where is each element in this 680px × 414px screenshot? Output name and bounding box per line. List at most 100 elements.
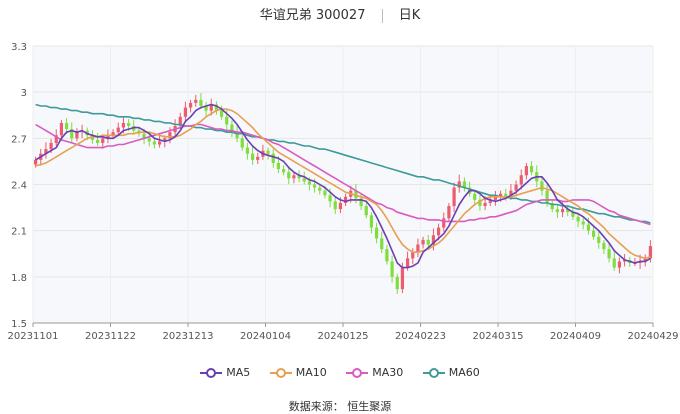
- candle-body: [323, 190, 327, 196]
- candle-body: [287, 172, 291, 179]
- candle-body: [240, 138, 244, 148]
- candle-body: [49, 142, 53, 150]
- candle-body: [75, 132, 79, 139]
- legend-marker-ma60: [422, 368, 445, 378]
- candle-body: [369, 215, 374, 228]
- legend-label-ma10: MA10: [295, 366, 327, 379]
- candle-body: [121, 122, 126, 128]
- candle-body: [219, 110, 224, 117]
- y-tick-label: 2.7: [11, 134, 27, 145]
- legend-item-ma60[interactable]: MA60: [422, 366, 480, 379]
- candle-body: [328, 195, 332, 202]
- candle-body: [302, 178, 306, 182]
- candle-body: [545, 190, 549, 203]
- candle-body: [307, 181, 312, 185]
- candle-body: [529, 166, 534, 173]
- candle-body: [405, 258, 410, 268]
- candle-body: [602, 242, 606, 250]
- candle-body: [514, 184, 518, 191]
- legend-marker-ma10: [269, 368, 292, 378]
- candle-body: [250, 153, 255, 160]
- y-tick-label: 1.5: [11, 319, 27, 330]
- candle-body: [33, 159, 38, 165]
- legend-item-ma10[interactable]: MA10: [269, 366, 327, 379]
- x-tick-label: 20231213: [163, 331, 214, 342]
- x-tick-label: 20231101: [8, 331, 59, 342]
- candle-body: [318, 187, 322, 191]
- candle-body: [188, 102, 193, 108]
- candle-body: [421, 239, 425, 245]
- candle-body: [607, 249, 611, 259]
- candle-body: [95, 139, 100, 143]
- candle-body: [524, 166, 529, 176]
- candle-body: [411, 252, 415, 259]
- candle-body: [426, 239, 430, 245]
- candle-body: [364, 206, 368, 216]
- candle-body: [225, 116, 229, 125]
- x-tick-label: 20240104: [240, 331, 291, 342]
- candle-body: [442, 218, 446, 228]
- candle-body: [385, 249, 389, 262]
- candle-body: [271, 153, 275, 163]
- candle-body: [519, 175, 523, 185]
- candle-body: [312, 184, 317, 188]
- candle-body: [101, 138, 105, 143]
- legend-label-ma5: MA5: [226, 366, 251, 379]
- candle-body: [617, 261, 622, 268]
- y-tick-label: 2.4: [11, 181, 27, 192]
- y-tick-label: 1.8: [11, 273, 27, 284]
- chart-legend: MA5 MA10 MA30 MA60: [0, 366, 680, 379]
- candle-body: [152, 141, 157, 145]
- candle-body: [473, 193, 477, 200]
- candle-body: [59, 122, 64, 136]
- candle-body: [292, 175, 296, 179]
- y-tick-label: 3: [21, 88, 27, 99]
- legend-item-ma30[interactable]: MA30: [346, 366, 403, 379]
- candle-body: [276, 162, 281, 170]
- x-tick-label: 20240223: [395, 331, 446, 342]
- legend-marker-ma5: [200, 368, 223, 378]
- candle-body: [452, 187, 456, 207]
- candle-body: [555, 209, 560, 213]
- candle-body: [390, 261, 394, 277]
- candle-body: [64, 122, 69, 130]
- x-tick-label: 20231122: [85, 331, 136, 342]
- candle-body: [374, 227, 379, 239]
- y-tick-label: 2.1: [11, 227, 27, 238]
- candle-body: [436, 227, 441, 236]
- candle-body: [576, 216, 580, 222]
- candle-body: [147, 138, 151, 142]
- legend-item-ma5[interactable]: MA5: [200, 366, 250, 379]
- candle-body: [333, 201, 337, 210]
- x-tick-label: 20240409: [550, 331, 601, 342]
- candle-body: [266, 150, 270, 154]
- x-tick-label: 20240125: [318, 331, 369, 342]
- candle-body: [483, 202, 487, 207]
- candle-body: [281, 169, 286, 173]
- candle-body: [199, 99, 203, 107]
- candle-body: [256, 156, 260, 160]
- candle-body: [126, 122, 131, 127]
- x-tick-label: 20240315: [473, 331, 524, 342]
- y-tick-label: 3.3: [11, 42, 27, 53]
- data-source-note: 数据来源： 恒生聚源: [288, 400, 392, 413]
- candle-body: [591, 230, 596, 237]
- candle-body: [380, 238, 384, 250]
- candle-body: [395, 276, 399, 290]
- x-tick-label: 20240429: [628, 331, 679, 342]
- candle-body: [338, 202, 343, 210]
- candle-body: [116, 127, 120, 133]
- candle-body: [597, 236, 601, 243]
- candlestick-chart: 3.3 3 2.7 2.4 2.1 1.8 1.520231101 20231122 20231…: [8, 42, 679, 342]
- candle-body: [540, 181, 544, 191]
- legend-label-ma30: MA30: [372, 366, 404, 379]
- legend-label-ma60: MA60: [448, 366, 480, 379]
- candle-body: [400, 267, 405, 290]
- candle-body: [194, 99, 198, 103]
- candle-body: [245, 147, 250, 154]
- candle-body: [586, 224, 591, 231]
- candle-body: [157, 141, 162, 145]
- candle-body: [612, 258, 616, 268]
- candle-body: [447, 206, 451, 219]
- legend-marker-ma30: [346, 368, 369, 378]
